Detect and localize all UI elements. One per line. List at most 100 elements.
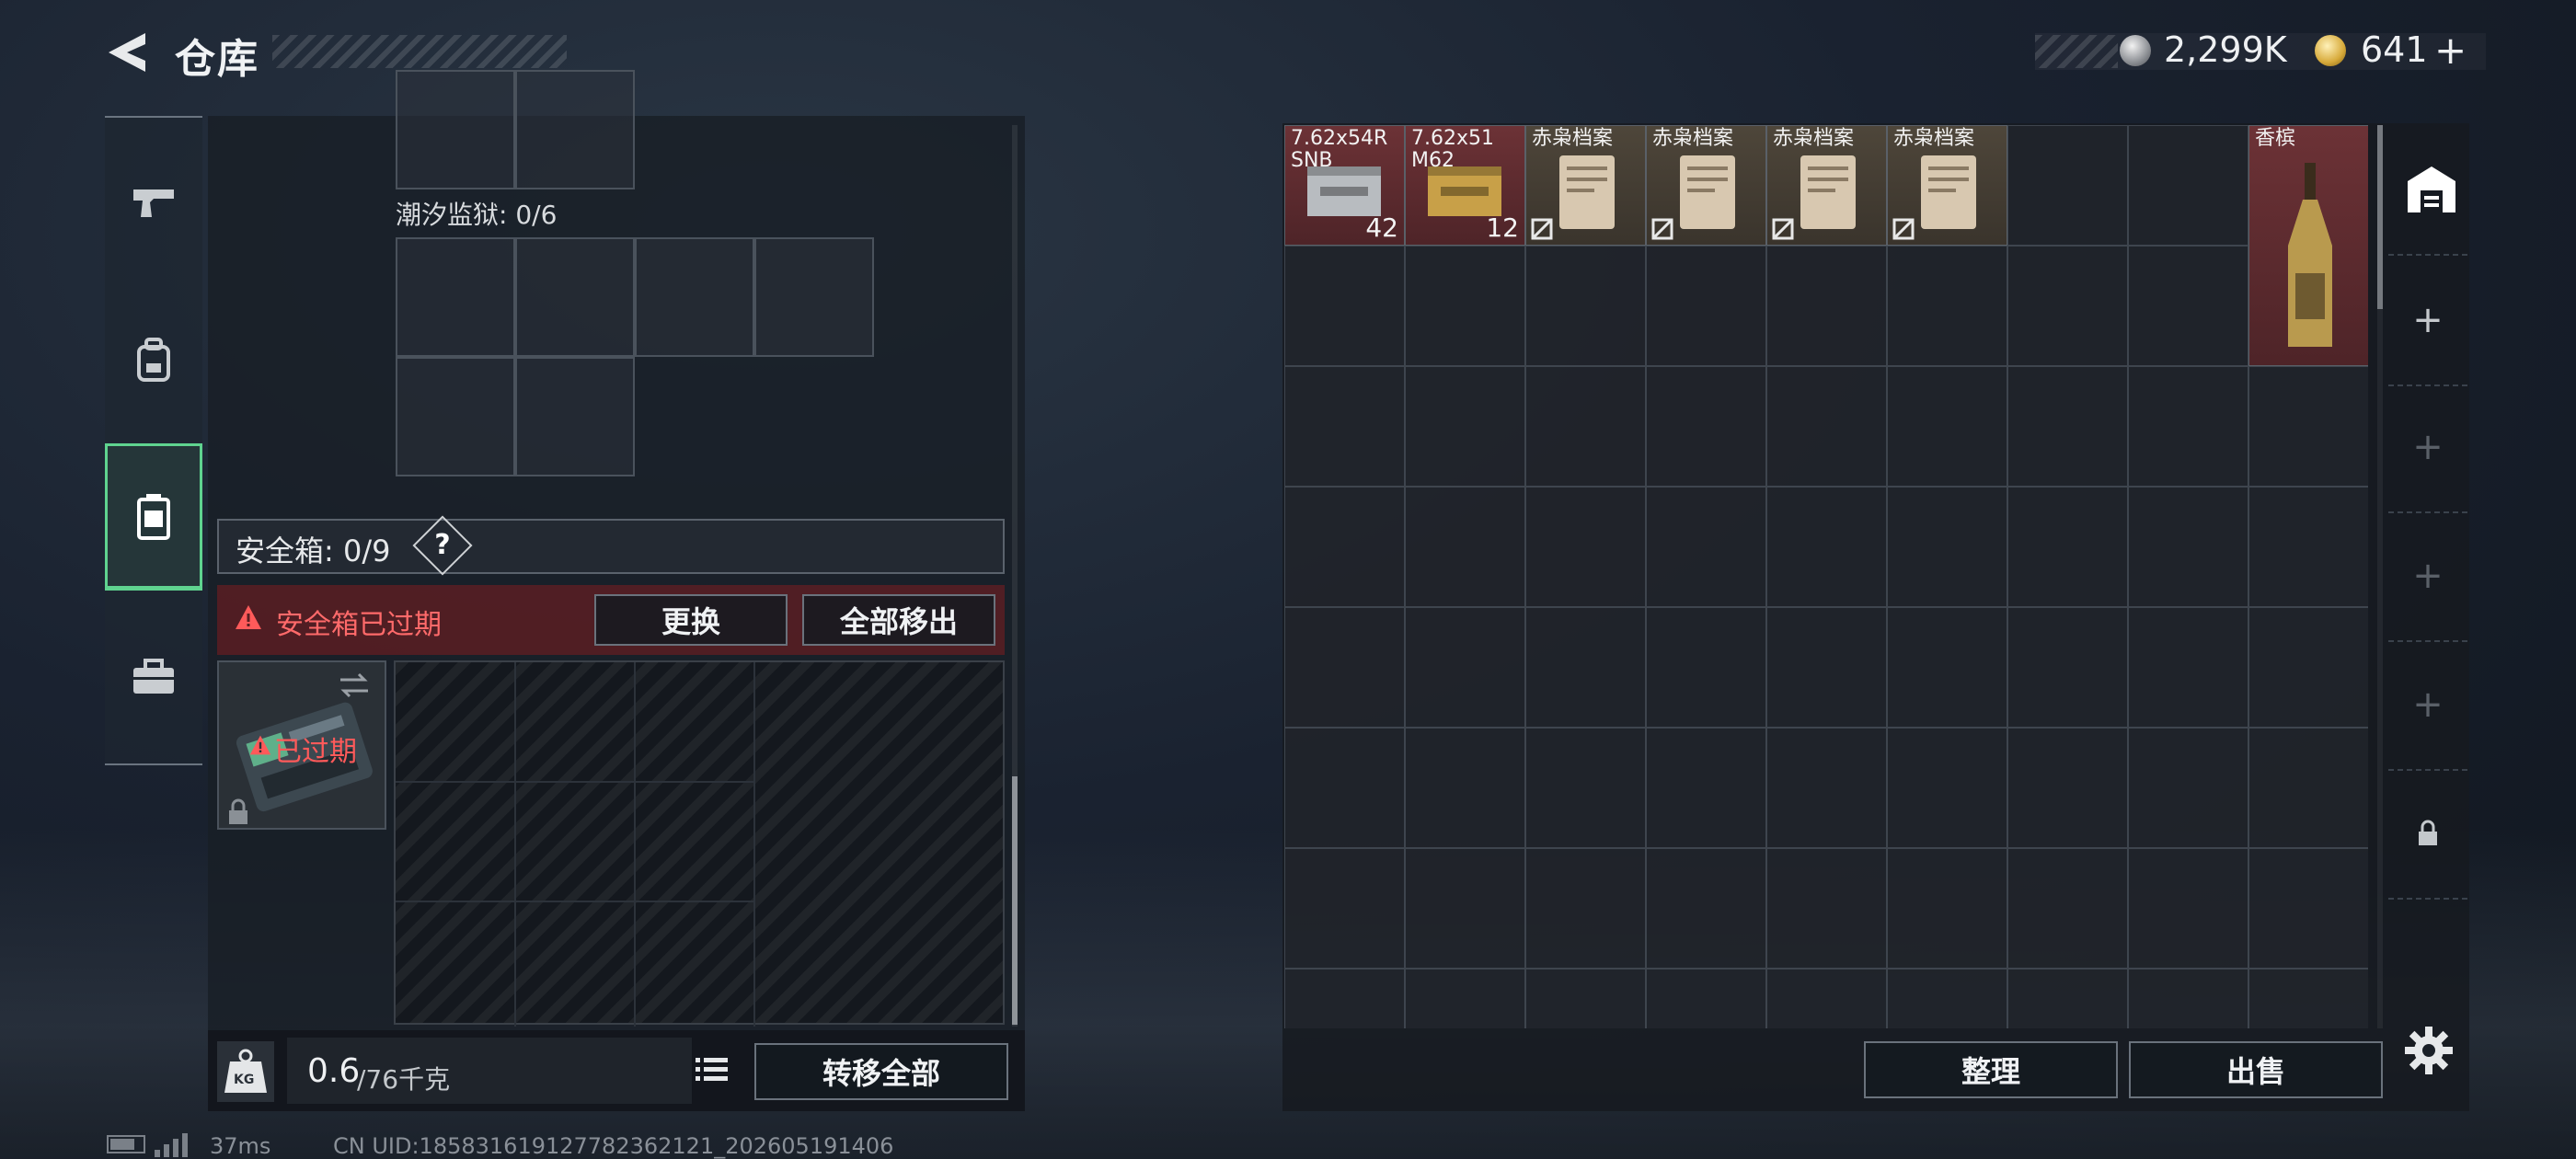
stash-slot[interactable] [1284, 728, 1405, 848]
transfer-all-button[interactable]: 转移全部 [754, 1043, 1008, 1100]
stash-slot[interactable] [1646, 848, 1766, 969]
stash-slot[interactable] [1887, 246, 2007, 366]
left-scroll-thumb[interactable] [1012, 776, 1018, 1025]
add-stash-page-button[interactable]: + [2388, 254, 2467, 386]
add-stash-page-button[interactable]: + [2388, 383, 2467, 513]
stash-slot[interactable] [2128, 969, 2248, 1028]
back-button[interactable] [103, 28, 153, 77]
stash-slot[interactable] [2128, 728, 2248, 848]
stash-slot[interactable] [1646, 607, 1766, 728]
tab-backpack[interactable] [105, 287, 202, 434]
stash-slot[interactable] [1646, 969, 1766, 1028]
stash-slot[interactable] [2248, 969, 2368, 1028]
stash-slot[interactable] [2248, 848, 2368, 969]
stash-slot[interactable] [1766, 969, 1887, 1028]
stash-slot[interactable] [2248, 366, 2368, 487]
stash-slot[interactable] [1766, 728, 1887, 848]
stash-slot[interactable] [1284, 969, 1405, 1028]
container-slot[interactable] [515, 70, 635, 189]
stash-slot[interactable] [2128, 848, 2248, 969]
stash-item[interactable]: 赤枭档案 [1766, 125, 1887, 246]
list-view-button[interactable] [688, 1047, 734, 1093]
remove-all-button[interactable]: 全部移出 [802, 594, 995, 646]
stash-slot[interactable] [2128, 366, 2248, 487]
stash-slot[interactable] [1766, 487, 1887, 607]
stash-slot[interactable] [2248, 607, 2368, 728]
stash-item[interactable]: 香槟 [2248, 125, 2368, 366]
stash-slot[interactable] [1525, 848, 1646, 969]
stash-slot[interactable] [2007, 848, 2128, 969]
stash-slot[interactable] [1525, 487, 1646, 607]
stash-slot[interactable] [1284, 366, 1405, 487]
add-gold-button[interactable]: + [2434, 28, 2467, 73]
stash-slot[interactable] [2248, 487, 2368, 607]
stash-slot[interactable] [1284, 487, 1405, 607]
stash-slot[interactable] [2007, 125, 2128, 246]
stash-item[interactable]: 赤枭档案 [1646, 125, 1766, 246]
stash-slot[interactable] [1766, 366, 1887, 487]
stash-slot[interactable] [1405, 607, 1525, 728]
tab-safebox[interactable] [105, 443, 202, 591]
stash-item[interactable]: 7.62x51 M62 12 [1405, 125, 1525, 246]
sell-button[interactable]: 出售 [2129, 1041, 2383, 1098]
stash-slot[interactable] [2007, 728, 2128, 848]
stash-slot[interactable] [1887, 728, 2007, 848]
container-slot[interactable] [635, 237, 754, 357]
stash-item[interactable]: 赤枭档案 [1887, 125, 2007, 246]
stash-slot[interactable] [2007, 969, 2128, 1028]
stash-slot[interactable] [1525, 246, 1646, 366]
stash-slot[interactable] [2007, 487, 2128, 607]
stash-slot[interactable] [1887, 969, 2007, 1028]
stash-slot[interactable] [1766, 848, 1887, 969]
stash-slot[interactable] [2007, 246, 2128, 366]
stash-slot[interactable] [1284, 246, 1405, 366]
stash-slot[interactable] [1766, 607, 1887, 728]
stash-slot[interactable] [1284, 848, 1405, 969]
stash-slot[interactable] [2248, 728, 2368, 848]
stash-slot[interactable] [1525, 728, 1646, 848]
stash-page-main[interactable] [2388, 125, 2471, 254]
container-slot[interactable] [396, 237, 515, 357]
replace-button[interactable]: 更换 [594, 594, 788, 646]
stash-slot[interactable] [1766, 246, 1887, 366]
stash-item[interactable]: 7.62x54R SNB 42 [1284, 125, 1405, 246]
stash-slot[interactable] [1405, 366, 1525, 487]
settings-button[interactable] [2401, 1023, 2456, 1078]
container-slot[interactable] [754, 237, 874, 357]
tab-toolbox[interactable] [105, 603, 202, 751]
stash-slot[interactable] [2128, 125, 2248, 246]
stash-slot[interactable] [1405, 487, 1525, 607]
stash-slot[interactable] [2007, 607, 2128, 728]
stash-slot[interactable] [1887, 607, 2007, 728]
stash-slot[interactable] [1405, 728, 1525, 848]
stash-slot[interactable] [1887, 848, 2007, 969]
stash-slot[interactable] [2128, 487, 2248, 607]
stash-slot[interactable] [1405, 848, 1525, 969]
container-slot[interactable] [396, 70, 515, 189]
stash-slot[interactable] [1525, 607, 1646, 728]
stash-slot[interactable] [1646, 728, 1766, 848]
locked-stash-page[interactable] [2388, 769, 2467, 900]
stash-slot[interactable] [1646, 366, 1766, 487]
stash-slot[interactable] [1887, 487, 2007, 607]
add-stash-page-button[interactable]: + [2388, 511, 2467, 642]
sort-button[interactable]: 整理 [1864, 1041, 2118, 1098]
stash-slot[interactable] [1646, 487, 1766, 607]
stash-scroll-thumb[interactable] [2377, 125, 2383, 309]
stash-slot[interactable] [1405, 969, 1525, 1028]
swap-icon[interactable] [337, 671, 372, 699]
safebox-item[interactable]: 已过期 [217, 660, 386, 830]
stash-slot[interactable] [2128, 607, 2248, 728]
stash-slot[interactable] [1525, 969, 1646, 1028]
add-stash-page-button[interactable]: + [2388, 640, 2467, 771]
stash-slot[interactable] [2007, 366, 2128, 487]
stash-slot[interactable] [1646, 246, 1766, 366]
stash-slot[interactable] [1405, 246, 1525, 366]
stash-slot[interactable] [1887, 366, 2007, 487]
stash-slot[interactable] [1284, 607, 1405, 728]
container-slot[interactable] [396, 357, 515, 476]
stash-slot[interactable] [2128, 246, 2248, 366]
container-slot[interactable] [515, 357, 635, 476]
tab-weapons[interactable] [105, 129, 202, 276]
container-slot[interactable] [515, 237, 635, 357]
